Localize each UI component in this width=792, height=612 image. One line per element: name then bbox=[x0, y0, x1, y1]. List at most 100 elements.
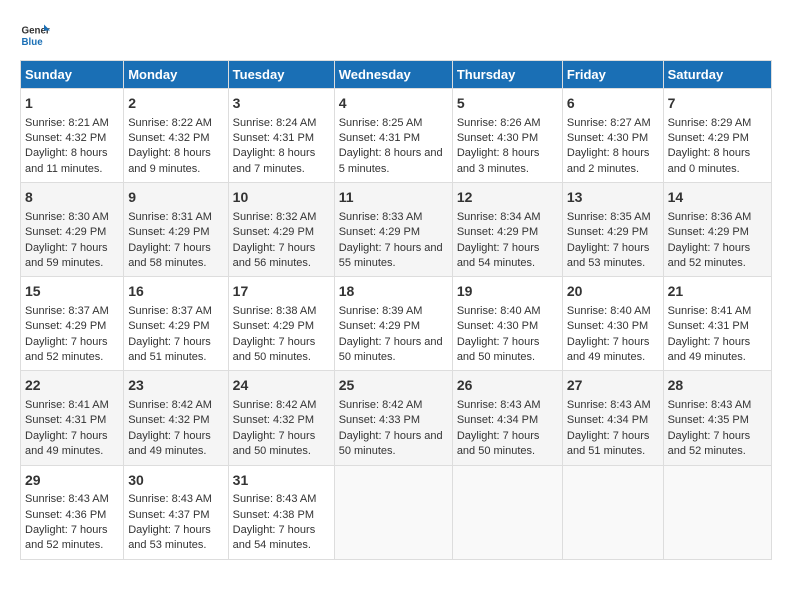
calendar-cell: 23Sunrise: 8:42 AMSunset: 4:32 PMDayligh… bbox=[124, 371, 228, 465]
day-number: 17 bbox=[233, 282, 330, 302]
calendar-cell: 4Sunrise: 8:25 AMSunset: 4:31 PMDaylight… bbox=[334, 89, 452, 183]
daylight: Daylight: 7 hours and 52 minutes. bbox=[25, 524, 108, 551]
calendar-cell: 1 Sunrise: 8:21 AM Sunset: 4:32 PM Daylight… bbox=[21, 89, 124, 183]
sunset: Sunset: 4:29 PM bbox=[128, 320, 209, 332]
sunset: Sunset: 4:32 PM bbox=[128, 132, 209, 144]
calendar-cell: 30Sunrise: 8:43 AMSunset: 4:37 PMDayligh… bbox=[124, 465, 228, 559]
calendar-cell: 9Sunrise: 8:31 AMSunset: 4:29 PMDaylight… bbox=[124, 183, 228, 277]
daylight: Daylight: 7 hours and 52 minutes. bbox=[668, 430, 751, 457]
sunrise: Sunrise: 8:37 AM bbox=[25, 305, 109, 317]
day-header-saturday: Saturday bbox=[663, 61, 771, 89]
daylight: Daylight: 7 hours and 53 minutes. bbox=[567, 242, 650, 269]
sunrise: Sunrise: 8:41 AM bbox=[668, 305, 752, 317]
day-number: 22 bbox=[25, 376, 119, 396]
sunset: Sunset: 4:31 PM bbox=[25, 414, 106, 426]
calendar-cell: 22 Sunrise: 8:41 AM Sunset: 4:31 PM Dayligh… bbox=[21, 371, 124, 465]
week-row-1: 1 Sunrise: 8:21 AM Sunset: 4:32 PM Daylight… bbox=[21, 89, 772, 183]
calendar-cell: 14Sunrise: 8:36 AMSunset: 4:29 PMDayligh… bbox=[663, 183, 771, 277]
calendar-cell bbox=[562, 465, 663, 559]
calendar-cell: 13Sunrise: 8:35 AMSunset: 4:29 PMDayligh… bbox=[562, 183, 663, 277]
daylight: Daylight: 7 hours and 50 minutes. bbox=[233, 336, 316, 363]
daylight: Daylight: 7 hours and 49 minutes. bbox=[668, 336, 751, 363]
calendar-cell: 28 Sunrise: 8:43 AM Sunset: 4:35 PM Dayligh… bbox=[663, 371, 771, 465]
daylight: Daylight: 7 hours and 54 minutes. bbox=[457, 242, 540, 269]
calendar-cell: 26Sunrise: 8:43 AMSunset: 4:34 PMDayligh… bbox=[452, 371, 562, 465]
sunset: Sunset: 4:29 PM bbox=[339, 320, 420, 332]
calendar-cell bbox=[334, 465, 452, 559]
calendar-cell: 24Sunrise: 8:42 AMSunset: 4:32 PMDayligh… bbox=[228, 371, 334, 465]
day-number: 20 bbox=[567, 282, 659, 302]
sunrise: Sunrise: 8:22 AM bbox=[128, 117, 212, 129]
calendar-header: SundayMondayTuesdayWednesdayThursdayFrid… bbox=[21, 61, 772, 89]
page-header: GeneralBlue bbox=[20, 20, 772, 50]
sunrise: Sunrise: 8:30 AM bbox=[25, 211, 109, 223]
sunrise: Sunrise: 8:43 AM bbox=[668, 399, 752, 411]
day-number: 16 bbox=[128, 282, 223, 302]
calendar-cell: 21Sunrise: 8:41 AMSunset: 4:31 PMDayligh… bbox=[663, 277, 771, 371]
day-number: 9 bbox=[128, 188, 223, 208]
day-number: 3 bbox=[233, 94, 330, 114]
day-number: 6 bbox=[567, 94, 659, 114]
sunset: Sunset: 4:29 PM bbox=[233, 226, 314, 238]
sunset: Sunset: 4:32 PM bbox=[25, 132, 106, 144]
calendar-cell bbox=[663, 465, 771, 559]
day-number: 30 bbox=[128, 471, 223, 491]
calendar-cell: 15Sunrise: 8:37 AMSunset: 4:29 PMDayligh… bbox=[21, 277, 124, 371]
sunrise: Sunrise: 8:27 AM bbox=[567, 117, 651, 129]
sunset: Sunset: 4:31 PM bbox=[233, 132, 314, 144]
sunset: Sunset: 4:30 PM bbox=[457, 132, 538, 144]
day-number: 24 bbox=[233, 376, 330, 396]
day-number: 19 bbox=[457, 282, 558, 302]
sunset: Sunset: 4:29 PM bbox=[668, 226, 749, 238]
daylight: Daylight: 7 hours and 49 minutes. bbox=[128, 430, 211, 457]
week-row-4: 22 Sunrise: 8:41 AM Sunset: 4:31 PM Dayligh… bbox=[21, 371, 772, 465]
sunrise: Sunrise: 8:21 AM bbox=[25, 117, 109, 129]
day-number: 5 bbox=[457, 94, 558, 114]
calendar-cell: 7Sunrise: 8:29 AMSunset: 4:29 PMDaylight… bbox=[663, 89, 771, 183]
sunrise: Sunrise: 8:31 AM bbox=[128, 211, 212, 223]
calendar-cell: 31Sunrise: 8:43 AMSunset: 4:38 PMDayligh… bbox=[228, 465, 334, 559]
sunrise: Sunrise: 8:35 AM bbox=[567, 211, 651, 223]
calendar-cell: 5Sunrise: 8:26 AMSunset: 4:30 PMDaylight… bbox=[452, 89, 562, 183]
calendar-cell: 8Sunrise: 8:30 AMSunset: 4:29 PMDaylight… bbox=[21, 183, 124, 277]
daylight: Daylight: 7 hours and 59 minutes. bbox=[25, 242, 108, 269]
daylight: Daylight: 7 hours and 50 minutes. bbox=[457, 430, 540, 457]
day-header-sunday: Sunday bbox=[21, 61, 124, 89]
sunrise: Sunrise: 8:41 AM bbox=[25, 399, 109, 411]
sunset: Sunset: 4:30 PM bbox=[457, 320, 538, 332]
daylight: Daylight: 7 hours and 52 minutes. bbox=[668, 242, 751, 269]
sunset: Sunset: 4:35 PM bbox=[668, 414, 749, 426]
calendar-cell: 17Sunrise: 8:38 AMSunset: 4:29 PMDayligh… bbox=[228, 277, 334, 371]
sunrise: Sunrise: 8:42 AM bbox=[339, 399, 423, 411]
day-number: 1 bbox=[25, 94, 119, 114]
calendar-cell: 6Sunrise: 8:27 AMSunset: 4:30 PMDaylight… bbox=[562, 89, 663, 183]
sunset: Sunset: 4:29 PM bbox=[668, 132, 749, 144]
sunrise: Sunrise: 8:42 AM bbox=[128, 399, 212, 411]
header-row: SundayMondayTuesdayWednesdayThursdayFrid… bbox=[21, 61, 772, 89]
sunset: Sunset: 4:29 PM bbox=[339, 226, 420, 238]
sunrise: Sunrise: 8:34 AM bbox=[457, 211, 541, 223]
calendar-cell bbox=[452, 465, 562, 559]
day-number: 14 bbox=[668, 188, 767, 208]
sunrise: Sunrise: 8:33 AM bbox=[339, 211, 423, 223]
daylight: Daylight: 7 hours and 53 minutes. bbox=[128, 524, 211, 551]
daylight: Daylight: 8 hours and 11 minutes. bbox=[25, 147, 108, 174]
sunset: Sunset: 4:29 PM bbox=[25, 320, 106, 332]
daylight: Daylight: 7 hours and 51 minutes. bbox=[128, 336, 211, 363]
sunset: Sunset: 4:31 PM bbox=[668, 320, 749, 332]
calendar-table: SundayMondayTuesdayWednesdayThursdayFrid… bbox=[20, 60, 772, 560]
daylight: Daylight: 7 hours and 51 minutes. bbox=[567, 430, 650, 457]
daylight: Daylight: 7 hours and 50 minutes. bbox=[233, 430, 316, 457]
daylight: Daylight: 7 hours and 49 minutes. bbox=[25, 430, 108, 457]
calendar-cell: 2Sunrise: 8:22 AMSunset: 4:32 PMDaylight… bbox=[124, 89, 228, 183]
daylight: Daylight: 8 hours and 5 minutes. bbox=[339, 147, 443, 174]
day-header-wednesday: Wednesday bbox=[334, 61, 452, 89]
sunrise: Sunrise: 8:37 AM bbox=[128, 305, 212, 317]
sunrise: Sunrise: 8:42 AM bbox=[233, 399, 317, 411]
calendar-cell: 27Sunrise: 8:43 AMSunset: 4:34 PMDayligh… bbox=[562, 371, 663, 465]
week-row-2: 8Sunrise: 8:30 AMSunset: 4:29 PMDaylight… bbox=[21, 183, 772, 277]
day-number: 28 bbox=[668, 376, 767, 396]
daylight: Daylight: 7 hours and 50 minutes. bbox=[457, 336, 540, 363]
calendar-cell: 20Sunrise: 8:40 AMSunset: 4:30 PMDayligh… bbox=[562, 277, 663, 371]
sunrise: Sunrise: 8:40 AM bbox=[567, 305, 651, 317]
